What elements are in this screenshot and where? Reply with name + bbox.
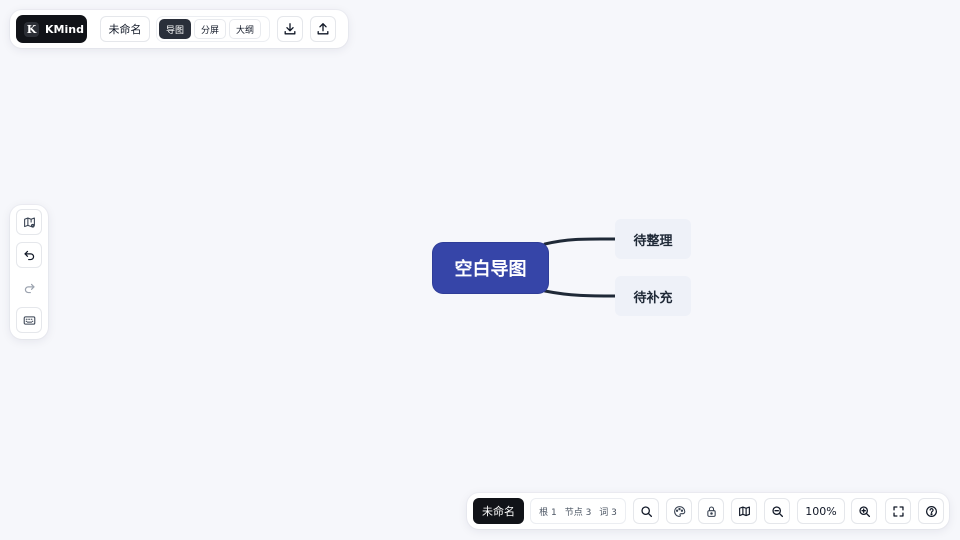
doc-title-button[interactable]: 未命名 [100, 16, 150, 42]
upload-button[interactable] [310, 16, 336, 42]
keyboard-icon [23, 315, 35, 325]
lock-button[interactable] [698, 498, 724, 524]
map-settings-button[interactable] [16, 209, 42, 235]
zoom-in-icon [858, 505, 870, 517]
theme-button[interactable] [666, 498, 692, 524]
fullscreen-icon [892, 505, 904, 517]
tab-split[interactable]: 分屏 [194, 19, 227, 39]
search-button[interactable] [633, 498, 659, 524]
upload-icon [317, 23, 329, 35]
tab-mindmap[interactable]: 导图 [159, 19, 192, 39]
left-toolbar [10, 205, 48, 339]
zoom-out-icon [771, 505, 783, 517]
redo-button[interactable] [16, 275, 42, 301]
stat-nodes: 节点 3 [564, 507, 592, 518]
theme-icon [673, 505, 685, 517]
brand-logo-icon: K [24, 21, 39, 37]
bottom-toolbar: 未命名 根 1 节点 3 词 3 100% [467, 493, 949, 529]
download-button[interactable] [277, 16, 303, 42]
keyboard-shortcuts-button[interactable] [16, 307, 42, 333]
lock-icon [706, 506, 716, 517]
map-icon [738, 505, 750, 516]
child-node-1[interactable]: 待整理 [615, 219, 691, 259]
top-toolbar: K KMind 未命名 导图 分屏 大纲 [10, 10, 348, 48]
map-settings-icon [23, 217, 35, 228]
edge-root-to-child-1 [543, 237, 618, 246]
root-node[interactable]: 空白导图 [433, 243, 548, 293]
doc-stats: 根 1 节点 3 词 3 [530, 498, 626, 524]
download-icon [284, 23, 296, 35]
doc-name-button[interactable]: 未命名 [473, 498, 524, 524]
child-node-2[interactable]: 待补充 [615, 276, 691, 316]
brand-button[interactable]: K KMind [16, 15, 87, 43]
stat-words: 词 3 [599, 507, 617, 518]
zoom-in-button[interactable] [851, 498, 877, 524]
fullscreen-button[interactable] [885, 498, 911, 524]
zoom-level-button[interactable]: 100% [797, 498, 845, 524]
view-mode-switch: 导图 分屏 大纲 [156, 16, 270, 42]
undo-button[interactable] [16, 242, 42, 268]
undo-icon [23, 250, 34, 260]
edge-root-to-child-2 [543, 289, 618, 298]
redo-icon [24, 283, 35, 293]
tab-outline[interactable]: 大纲 [229, 19, 262, 39]
search-icon [640, 505, 652, 517]
help-icon [925, 505, 937, 517]
brand-name: KMind [45, 22, 84, 36]
help-button[interactable] [918, 498, 944, 524]
map-view-button[interactable] [731, 498, 757, 524]
zoom-out-button[interactable] [764, 498, 790, 524]
stat-roots: 根 1 [539, 507, 557, 518]
